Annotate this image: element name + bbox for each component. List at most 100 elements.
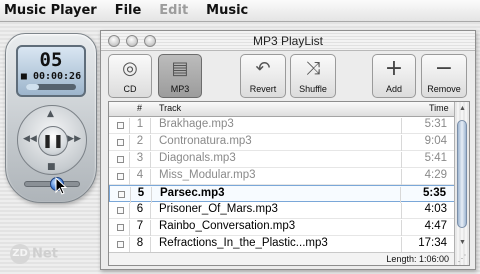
track-checkbox[interactable] bbox=[117, 122, 124, 129]
track-rows: 1 Brakhage.mp3 5:31 2 Contronatura.mp3 9:04 3 D… bbox=[109, 117, 455, 253]
scroll-down-arrow-icon[interactable]: ▼ bbox=[457, 238, 468, 248]
lcd-track-number: 05 bbox=[39, 49, 63, 71]
pause-button[interactable]: ❚❚ bbox=[38, 126, 68, 156]
track-checkbox[interactable] bbox=[118, 191, 125, 198]
player-remote: 05 ■ 00:00:26 ▲ ◀◀ ▶▶ ■ ❚❚ bbox=[5, 33, 97, 203]
lcd-display: 05 ■ 00:00:26 bbox=[16, 45, 86, 97]
track-time: 9:04 bbox=[401, 135, 447, 151]
track-name: Diagonals.mp3 bbox=[159, 152, 236, 164]
table-row[interactable]: 8 Refractions_In_the_Plastic...mp3 17:34 bbox=[109, 236, 455, 253]
revert-icon: ↶ bbox=[255, 58, 271, 79]
plus-icon: + bbox=[384, 56, 404, 81]
minus-icon: − bbox=[434, 56, 454, 81]
table-row[interactable]: 7 Rainbo_Conversation.mp3 4:47 bbox=[109, 219, 455, 236]
lcd-time-value: 00:00:26 bbox=[32, 71, 82, 82]
track-time: 4:47 bbox=[401, 220, 447, 236]
track-number: 8 bbox=[129, 237, 151, 253]
track-name: Refractions_In_the_Plastic...mp3 bbox=[159, 237, 328, 249]
cd-button[interactable]: ◎ CD bbox=[108, 54, 152, 98]
track-name: Prisoner_Of_Mars.mp3 bbox=[159, 203, 278, 215]
column-header-time[interactable]: Time bbox=[429, 103, 449, 113]
zdnet-watermark: ZD Net bbox=[10, 244, 58, 264]
column-header-number[interactable]: # bbox=[137, 103, 142, 113]
table-row[interactable]: 2 Contronatura.mp3 9:04 bbox=[109, 134, 455, 151]
volume-slider[interactable] bbox=[24, 177, 80, 191]
resize-grip-icon[interactable]: ⋰ bbox=[456, 252, 468, 264]
edit-menu: Edit bbox=[159, 3, 189, 18]
revert-button[interactable]: ↶ Revert bbox=[240, 54, 286, 98]
zdnet-net-text: Net bbox=[32, 246, 58, 262]
track-time: 5:31 bbox=[401, 118, 447, 134]
track-time: 4:03 bbox=[401, 203, 447, 219]
file-menu[interactable]: File bbox=[115, 3, 142, 18]
pause-icon: ❚❚ bbox=[42, 133, 64, 149]
track-name: Contronatura.mp3 bbox=[159, 135, 252, 147]
column-header-track[interactable]: Track bbox=[159, 103, 181, 113]
table-row[interactable]: 3 Diagonals.mp3 5:41 bbox=[109, 151, 455, 168]
track-name: Parsec.mp3 bbox=[160, 187, 225, 199]
track-time: 4:29 bbox=[401, 169, 447, 185]
table-header: # Track Time bbox=[109, 102, 455, 117]
menu-bar: Music Player File Edit Music bbox=[0, 0, 480, 22]
stop-icon: ■ bbox=[20, 71, 27, 82]
track-checkbox[interactable] bbox=[117, 207, 124, 214]
length-value: 1:06:00 bbox=[418, 254, 449, 264]
table-row[interactable]: 1 Brakhage.mp3 5:31 bbox=[109, 117, 455, 134]
scroll-up-arrow-icon[interactable]: ▲ bbox=[457, 104, 468, 114]
mp3-button-label: MP3 bbox=[170, 84, 190, 94]
lcd-elapsed-time: ■ 00:00:26 bbox=[18, 71, 84, 82]
track-number: 1 bbox=[129, 118, 151, 134]
window-title: MP3 PlayList bbox=[252, 34, 324, 48]
length-label: Length: bbox=[386, 254, 417, 264]
add-button[interactable]: + Add bbox=[372, 54, 416, 98]
control-ring: ▲ ◀◀ ▶▶ ■ ❚❚ bbox=[17, 105, 87, 175]
playlist-footer: Length: 1:06:00 bbox=[109, 252, 455, 265]
remove-button-label: Remove bbox=[427, 84, 461, 94]
playlist-table: # Track Time 1 Brakhage.mp3 5:31 2 Contronat… bbox=[108, 101, 470, 266]
next-icon[interactable]: ▶▶ bbox=[67, 134, 81, 144]
track-number: 3 bbox=[129, 152, 151, 168]
window-title-bar[interactable]: MP3 PlayList bbox=[101, 31, 475, 51]
volume-down-icon[interactable]: ■ bbox=[47, 162, 56, 172]
track-checkbox[interactable] bbox=[117, 173, 124, 180]
toolbar: ◎ CD ▤ MP3 ↶ Revert ⤨ Shuffle + Add − Re… bbox=[101, 51, 475, 101]
revert-button-label: Revert bbox=[249, 84, 277, 94]
shuffle-button[interactable]: ⤨ Shuffle bbox=[290, 54, 336, 98]
track-number: 2 bbox=[129, 135, 151, 151]
track-checkbox[interactable] bbox=[117, 156, 124, 163]
lcd-progress-fill bbox=[26, 84, 39, 90]
vertical-scrollbar[interactable]: ▲ ▼ ⋰ bbox=[454, 102, 469, 265]
track-time: 5:41 bbox=[401, 152, 447, 168]
table-row[interactable]: 5 Parsec.mp3 5:35 bbox=[109, 185, 455, 203]
table-row[interactable]: 6 Prisoner_Of_Mars.mp3 4:03 bbox=[109, 202, 455, 219]
track-name: Brakhage.mp3 bbox=[159, 118, 234, 130]
shuffle-icon: ⤨ bbox=[305, 58, 321, 79]
zdnet-logo: ZD bbox=[10, 244, 30, 264]
music-menu[interactable]: Music bbox=[206, 3, 248, 18]
track-time: 5:35 bbox=[400, 187, 446, 203]
track-checkbox[interactable] bbox=[117, 139, 124, 146]
app-menu[interactable]: Music Player bbox=[4, 3, 97, 18]
playlist-window: MP3 PlayList ◎ CD ▤ MP3 ↶ Revert ⤨ Shuff… bbox=[100, 30, 476, 270]
scroll-thumb[interactable] bbox=[457, 120, 467, 228]
track-checkbox[interactable] bbox=[117, 241, 124, 248]
shuffle-button-label: Shuffle bbox=[299, 84, 327, 94]
track-checkbox[interactable] bbox=[117, 224, 124, 231]
lcd-progress-bar bbox=[26, 84, 76, 90]
add-button-label: Add bbox=[385, 84, 402, 94]
track-number: 4 bbox=[129, 169, 151, 185]
cd-button-label: CD bbox=[123, 84, 137, 94]
track-time: 17:34 bbox=[401, 237, 447, 253]
mp3-file-icon: ▤ bbox=[171, 58, 189, 79]
track-number: 7 bbox=[129, 220, 151, 236]
mouse-cursor-icon bbox=[55, 177, 67, 195]
track-name: Miss_Modular.mp3 bbox=[159, 169, 256, 181]
volume-up-icon[interactable]: ▲ bbox=[47, 109, 54, 119]
remove-button[interactable]: − Remove bbox=[421, 54, 467, 98]
track-number: 6 bbox=[129, 203, 151, 219]
table-row[interactable]: 4 Miss_Modular.mp3 4:29 bbox=[109, 168, 455, 185]
prev-icon[interactable]: ◀◀ bbox=[23, 134, 37, 144]
mp3-button[interactable]: ▤ MP3 bbox=[158, 54, 202, 98]
cd-icon: ◎ bbox=[122, 58, 138, 79]
track-number: 5 bbox=[130, 187, 152, 203]
